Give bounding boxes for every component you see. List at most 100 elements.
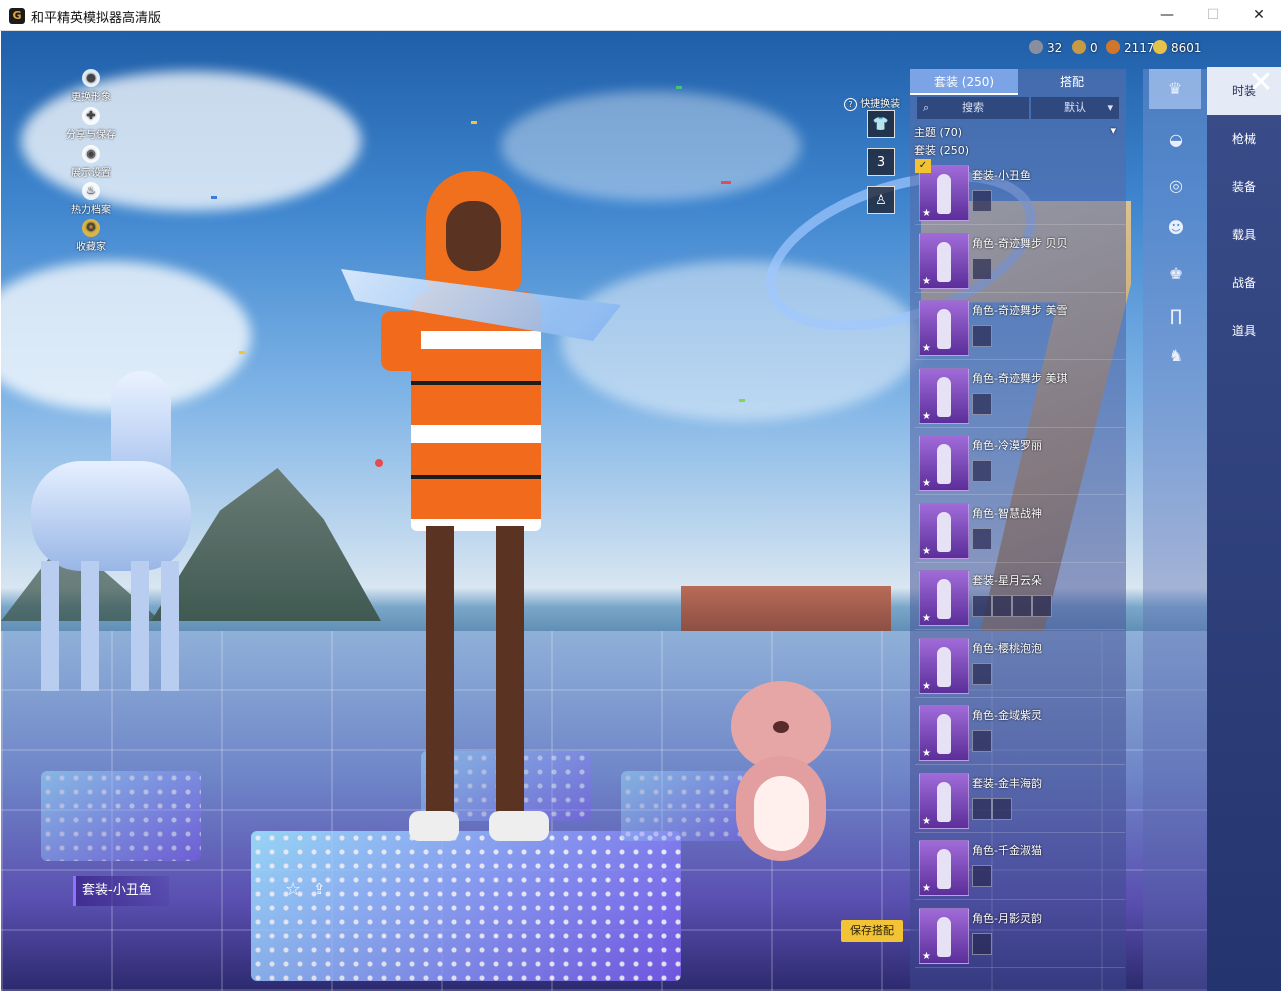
list-item-label: 角色-冷漠罗丽: [972, 439, 1042, 452]
part-thumbnail: [992, 797, 1012, 820]
currency-value: 0: [1090, 41, 1098, 55]
favorite-icon[interactable]: ☆: [285, 879, 301, 900]
currency-value: 32: [1047, 41, 1063, 55]
share-icon[interactable]: ⇪: [313, 880, 326, 898]
face-icon[interactable]: ☻: [1165, 217, 1187, 239]
quick-change-label: ? 快捷换装: [844, 95, 900, 111]
badge-icon: ✪: [82, 219, 100, 237]
star-icon: ★: [922, 748, 931, 759]
figure-icon[interactable]: ♙: [867, 186, 895, 214]
window-titlebar: G 和平精英模拟器高清版 — ☐ ✕: [0, 0, 1282, 31]
list-item[interactable]: ★ 角色-智慧战神: [915, 500, 1125, 563]
window-close-button[interactable]: ✕: [1236, 0, 1282, 30]
list-item[interactable]: ★ 角色-月影灵韵: [915, 905, 1125, 968]
left-menu-item-display-settings[interactable]: ◉ 展示设置: [59, 145, 123, 179]
horse-mount[interactable]: [21, 371, 201, 701]
outfit-thumbnail: ★: [919, 772, 969, 829]
outfit-thumbnail: ★: [919, 907, 969, 964]
currency-value: 2117: [1124, 41, 1155, 55]
category-column: [1143, 69, 1207, 991]
outfit-slot-3-icon[interactable]: 3: [867, 148, 895, 176]
left-menu-item-share-save[interactable]: ✚ 分享与保存: [59, 107, 123, 141]
part-thumbnail: [972, 460, 992, 482]
minimize-button[interactable]: —: [1144, 0, 1190, 30]
outfit-thumbnail: ★: [919, 840, 969, 896]
confetti: [375, 459, 383, 467]
coin-dark-icon: [1029, 40, 1043, 54]
list-item[interactable]: ★ 角色-冷漠罗丽: [915, 432, 1125, 495]
shoes-icon[interactable]: ♞: [1165, 345, 1187, 367]
star-icon: ★: [922, 680, 931, 692]
outfit-icon[interactable]: ♛: [1149, 69, 1201, 109]
help-icon[interactable]: ?: [844, 98, 857, 111]
list-item[interactable]: ★ 角色-千金淑猫: [915, 837, 1125, 900]
theme-label: 主题 (70): [914, 126, 963, 139]
side-tab[interactable]: 道具: [1207, 307, 1281, 355]
outfit-thumbnail: ★: [919, 232, 969, 289]
list-item[interactable]: ★ 角色-金域紫灵: [915, 702, 1125, 765]
left-menu-item-collector[interactable]: ✪ 收藏家: [59, 219, 123, 253]
list-item[interactable]: ★ 套装-星月云朵: [915, 567, 1125, 630]
left-menu-label: 展示设置: [71, 168, 111, 179]
beaver-pet[interactable]: [726, 681, 836, 871]
list-item[interactable]: ★ 角色-奇迹舞步 美琪: [915, 365, 1125, 428]
outfit-thumbnail: ★: [919, 637, 969, 694]
outfit-thumbnail: ★: [919, 367, 969, 424]
theme-filter[interactable]: 主题 (70) ▾: [914, 124, 1120, 140]
star-icon: ★: [922, 343, 931, 354]
close-icon[interactable]: ✕: [1241, 67, 1281, 99]
left-menu-label: 更换形象: [71, 92, 111, 103]
list-item-label: 角色-月影灵韵: [972, 911, 1042, 925]
player-character[interactable]: [341, 151, 621, 851]
maximize-button[interactable]: ☐: [1190, 0, 1236, 30]
list-item-label: 角色-奇迹舞步 美雪: [972, 304, 1068, 317]
sort-select[interactable]: 默认 ▾: [1031, 97, 1119, 119]
tab-combos[interactable]: 搭配: [1018, 69, 1126, 95]
currency-value: 8601: [1171, 41, 1202, 55]
tab-sets[interactable]: 套装 (250): [910, 69, 1018, 95]
currency-2: 0: [1072, 40, 1098, 55]
side-tab[interactable]: 战备: [1207, 259, 1281, 307]
glasses-icon[interactable]: ◎: [1165, 175, 1187, 197]
hat-icon[interactable]: ◒: [1165, 129, 1187, 151]
list-item[interactable]: ★ 角色-樱桃泡泡: [915, 635, 1125, 698]
game-viewport[interactable]: ● 更换形象 ✚ 分享与保存 ◉ 展示设置 ♨ 热力档案 ✪ 收藏家 32 0 …: [1, 31, 1281, 991]
part-thumbnail: [1032, 595, 1052, 617]
outfit-thumbnail: ★: [919, 705, 969, 761]
left-menu-label: 分享与保存: [66, 130, 116, 141]
part-thumbnail: [972, 797, 992, 820]
pants-icon[interactable]: ∏: [1165, 305, 1187, 327]
list-item-label: 套装-星月云朵: [972, 574, 1042, 587]
part-thumbnail: [972, 662, 992, 685]
side-tab[interactable]: 装备: [1207, 163, 1281, 211]
part-thumbnail: [972, 190, 992, 212]
confetti: [211, 196, 217, 199]
part-thumbnail: [972, 325, 992, 347]
star-icon: ★: [922, 613, 931, 624]
outfit-thumbnail: ★: [919, 300, 969, 356]
list-item[interactable]: ★ 套装-小丑鱼 ✓: [915, 159, 1125, 225]
side-tab[interactable]: 枪械: [1207, 115, 1281, 163]
sort-value: 默认: [1064, 101, 1086, 114]
search-input[interactable]: ⌕ 搜索: [917, 97, 1029, 119]
left-menu-label: 收藏家: [76, 242, 106, 253]
outfit-thumbnail: ★: [919, 165, 969, 221]
list-item[interactable]: ★ 角色-奇迹舞步 贝贝: [915, 230, 1125, 293]
list-item[interactable]: ★ 套装-金丰海韵: [915, 770, 1125, 833]
side-tab[interactable]: 载具: [1207, 211, 1281, 259]
part-thumbnail: [972, 392, 992, 415]
list-item-label: 套装-金丰海韵: [972, 776, 1042, 790]
save-outfit-button[interactable]: 保存搭配: [841, 920, 903, 942]
outfit-slot-1-icon[interactable]: 👕: [867, 110, 895, 138]
outfit-tabs: 套装 (250) 搭配: [910, 69, 1126, 95]
list-item[interactable]: ★ 角色-奇迹舞步 美雪: [915, 297, 1125, 360]
left-menu-item-heat-profile[interactable]: ♨ 热力档案: [59, 182, 123, 216]
top-icon[interactable]: ♚: [1165, 263, 1187, 285]
part-thumbnail: [992, 595, 1012, 617]
outfit-thumbnail: ★: [919, 570, 969, 626]
part-thumbnail: [972, 932, 992, 955]
part-thumbnail: [972, 257, 992, 280]
outfit-thumbnail: ★: [919, 502, 969, 559]
left-menu-item-change-avatar[interactable]: ● 更换形象: [59, 69, 123, 103]
list-item-label: 角色-奇迹舞步 贝贝: [972, 236, 1068, 250]
